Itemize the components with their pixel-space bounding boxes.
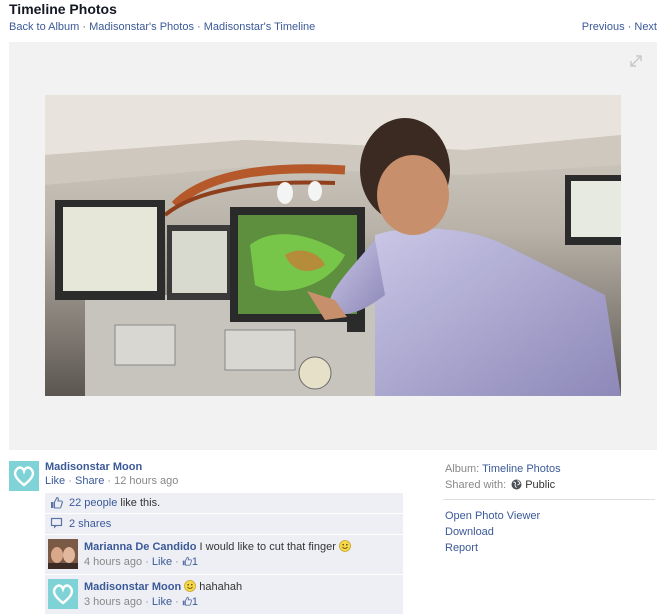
comment-timestamp: 4 hours ago xyxy=(84,556,143,568)
comment-item: Marianna De Candido I would like to cut … xyxy=(45,535,403,575)
comment-like-link[interactable]: Like xyxy=(152,596,172,608)
meta-separator: · xyxy=(175,596,179,608)
comment-likes-count[interactable]: 1 xyxy=(192,596,198,608)
meta-separator: · xyxy=(107,475,112,487)
thumbs-up-icon xyxy=(182,556,192,566)
page-title: Timeline Photos xyxy=(9,1,117,17)
share-icon xyxy=(50,517,63,529)
comment-text: I would like to cut that finger xyxy=(199,541,336,553)
meta-separator: · xyxy=(145,556,149,568)
next-photo-link[interactable]: Next xyxy=(634,21,657,33)
comment-author-link[interactable]: Marianna De Candido xyxy=(84,541,196,553)
globe-icon xyxy=(511,479,522,490)
post-timestamp: 12 hours ago xyxy=(114,475,179,487)
pager-separator: · xyxy=(627,21,632,33)
comment-item: Madisonstar Moon hahahah 3 hours ago · L… xyxy=(45,575,403,615)
owner-avatar[interactable] xyxy=(9,461,39,491)
photo-stage xyxy=(9,42,657,450)
shared-with-label: Shared with: xyxy=(445,479,507,491)
meta-separator: · xyxy=(68,475,72,487)
breadcrumb-separator: · xyxy=(82,21,87,33)
meta-separator: · xyxy=(145,596,149,608)
share-link[interactable]: Share xyxy=(75,475,104,487)
breadcrumb-separator: · xyxy=(197,21,201,33)
shares-count-link[interactable]: 2 shares xyxy=(69,518,111,530)
comment-author-link[interactable]: Madisonstar Moon xyxy=(84,581,181,593)
thumbs-up-icon xyxy=(51,496,63,509)
meta-separator: · xyxy=(175,556,179,568)
back-to-album-link[interactable]: Back to Album xyxy=(9,21,79,33)
privacy-value[interactable]: Public xyxy=(525,479,555,491)
thumbs-up-icon xyxy=(182,596,192,606)
likes-count-link[interactable]: 22 people xyxy=(69,497,117,509)
smiley-icon xyxy=(184,580,197,592)
user-timeline-link[interactable]: Madisonstar's Timeline xyxy=(204,21,316,33)
shares-row: 2 shares xyxy=(45,514,403,535)
user-photos-link[interactable]: Madisonstar's Photos xyxy=(89,21,194,33)
like-link[interactable]: Like xyxy=(45,475,65,487)
owner-meta: Like · Share · 12 hours ago xyxy=(45,475,178,487)
previous-photo-link[interactable]: Previous xyxy=(582,21,625,33)
album-label: Album: xyxy=(445,463,480,475)
timeline-photo[interactable] xyxy=(45,95,621,396)
sidebar-divider xyxy=(443,499,655,500)
privacy-row: Shared with: Public xyxy=(445,477,657,493)
comment-like-link[interactable]: Like xyxy=(152,556,172,568)
likes-row: 22 people like this. xyxy=(45,493,403,514)
expand-icon[interactable] xyxy=(629,54,643,68)
comment-timestamp: 3 hours ago xyxy=(84,596,143,608)
breadcrumb: Back to Album · Madisonstar's Photos · M… xyxy=(9,21,315,33)
open-photo-viewer-link[interactable]: Open Photo Viewer xyxy=(445,508,657,524)
comment-text: hahahah xyxy=(199,581,243,593)
likes-suffix: like this. xyxy=(117,497,161,509)
owner-name-link[interactable]: Madisonstar Moon xyxy=(45,461,178,473)
photo-sidebar: Album: Timeline Photos Shared with: Publ… xyxy=(443,461,657,556)
report-link[interactable]: Report xyxy=(445,540,657,556)
commenter-avatar[interactable] xyxy=(48,539,78,569)
commenter-avatar[interactable] xyxy=(48,579,78,609)
album-row: Album: Timeline Photos xyxy=(445,461,657,477)
feedback-panel: 22 people like this. 2 shares Marianna D… xyxy=(45,493,403,615)
smiley-icon xyxy=(339,540,351,552)
download-link[interactable]: Download xyxy=(445,524,657,540)
photo-pager: Previous · Next xyxy=(582,21,657,33)
photo-owner-block: Madisonstar Moon Like · Share · 12 hours… xyxy=(45,461,178,487)
comment-likes-count[interactable]: 1 xyxy=(192,556,198,568)
album-link[interactable]: Timeline Photos xyxy=(482,463,560,475)
